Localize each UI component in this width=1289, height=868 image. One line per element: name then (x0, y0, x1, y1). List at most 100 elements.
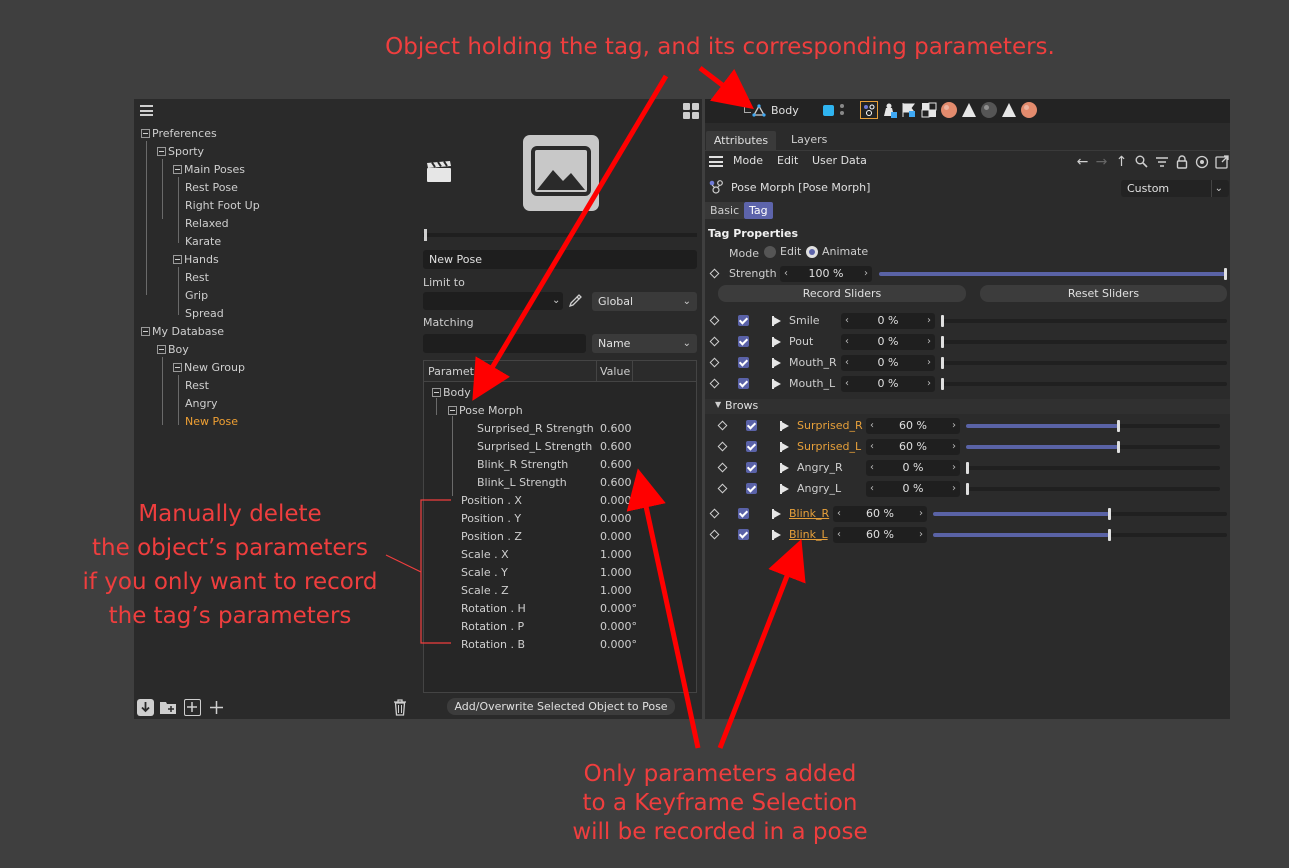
slider-value-field[interactable]: ‹ 0 % › (841, 334, 935, 350)
add-group-icon[interactable] (184, 699, 201, 716)
value-column-header[interactable]: Value (600, 365, 630, 378)
slider-enable-checkbox[interactable] (746, 462, 757, 473)
table-row-value[interactable]: 0.000 (600, 494, 632, 507)
tree-item[interactable]: New Pose (185, 415, 238, 429)
table-row-name[interactable]: Rotation . P (461, 620, 524, 633)
table-row-name[interactable]: Surprised_L Strength (477, 440, 592, 453)
parameter-column-header[interactable]: Parameter (428, 365, 485, 378)
tab-attributes[interactable]: Attributes (706, 131, 776, 150)
reset-sliders-button[interactable]: Reset Sliders (980, 285, 1227, 302)
table-row-value[interactable]: 1.000 (600, 566, 632, 579)
morph-slider[interactable] (966, 420, 1220, 432)
mode-animate-label[interactable]: Animate (822, 245, 868, 258)
tree-item[interactable]: Relaxed (185, 217, 229, 231)
tree-item[interactable]: Rest (185, 271, 209, 285)
slider-enable-checkbox[interactable] (746, 441, 757, 452)
table-row-value[interactable]: 0.600 (600, 440, 632, 453)
tree-item[interactable]: Grip (185, 289, 208, 303)
tree-item[interactable]: Hands (173, 253, 219, 267)
limit-to-field[interactable] (423, 292, 563, 310)
tree-item[interactable]: Boy (157, 343, 189, 357)
table-row-value[interactable]: 1.000 (600, 548, 632, 561)
collapse-toggle-icon[interactable] (173, 363, 182, 372)
collapse-toggle-icon[interactable] (157, 147, 166, 156)
search-icon[interactable] (1134, 154, 1149, 169)
table-row-value[interactable]: 0.600 (600, 476, 632, 489)
table-row-name[interactable]: Scale . X (461, 548, 509, 561)
table-row-name[interactable]: Blink_R Strength (477, 458, 568, 471)
matching-dropdown[interactable]: Name ⌄ (592, 334, 697, 353)
table-row-name[interactable]: Position . Y (461, 512, 521, 525)
skin-material-icon[interactable] (940, 101, 958, 119)
new-window-icon[interactable] (1214, 154, 1229, 169)
slider-value-field[interactable]: ‹ 0 % › (841, 376, 935, 392)
lock-icon[interactable] (1174, 154, 1189, 169)
slider-value-field[interactable]: ‹ 0 % › (866, 460, 960, 476)
visibility-dots-icon[interactable] (840, 104, 844, 116)
table-row-name[interactable]: Position . X (461, 494, 522, 507)
table-row-name[interactable]: Rotation . H (461, 602, 526, 615)
arrow-up-icon[interactable]: ↑ (1114, 154, 1129, 170)
slider-enable-checkbox[interactable] (746, 420, 757, 431)
slider-value-field[interactable]: ‹ 60 % › (866, 418, 960, 434)
morph-slider[interactable] (941, 357, 1227, 369)
table-row-value[interactable]: 0.000° (600, 620, 637, 633)
table-row-value[interactable]: 0.000° (600, 602, 637, 615)
morph-slider[interactable] (941, 315, 1227, 327)
table-row-value[interactable]: 1.000 (600, 584, 632, 597)
morph-slider[interactable] (966, 441, 1220, 453)
slider-enable-checkbox[interactable] (738, 378, 749, 389)
slider-enable-checkbox[interactable] (738, 336, 749, 347)
table-row-value[interactable]: 0.000° (600, 638, 637, 651)
morph-slider[interactable] (933, 508, 1227, 520)
slider-enable-checkbox[interactable] (738, 357, 749, 368)
tree-item[interactable]: Main Poses (173, 163, 245, 177)
tree-item[interactable]: New Group (173, 361, 245, 375)
collapse-toggle-icon[interactable] (157, 345, 166, 354)
pose-name-field[interactable]: New Pose (423, 250, 697, 269)
tab-basic[interactable]: Basic (705, 202, 745, 219)
collapse-toggle-icon[interactable] (173, 255, 182, 264)
tree-item[interactable]: Preferences (141, 127, 217, 141)
load-pose-icon[interactable] (137, 699, 154, 716)
morph-slider[interactable] (941, 378, 1227, 390)
tab-layers[interactable]: Layers (791, 133, 827, 146)
morph-slider[interactable] (966, 462, 1220, 474)
arrow-forward-icon[interactable]: → (1094, 154, 1109, 170)
table-row-name[interactable]: Scale . Z (461, 584, 509, 597)
table-row-value[interactable]: 0.600 (600, 422, 632, 435)
trash-icon[interactable] (393, 699, 407, 716)
record-sliders-button[interactable]: Record Sliders (718, 285, 966, 302)
add-overwrite-pose-button[interactable]: Add/Overwrite Selected Object to Pose (447, 698, 675, 715)
tree-item[interactable]: Rest (185, 379, 209, 393)
morph-slider[interactable] (933, 529, 1227, 541)
collapse-toggle-icon[interactable] (432, 388, 441, 397)
strength-slider[interactable] (879, 268, 1227, 280)
hamburger-menu-icon[interactable] (140, 105, 153, 116)
brows-group-header[interactable]: ▼ Brows (705, 399, 1230, 414)
arrow-back-icon[interactable]: ← (1075, 154, 1090, 170)
add-pose-icon[interactable] (208, 699, 225, 716)
skin-material-icon[interactable] (1020, 101, 1038, 119)
table-row-value[interactable]: 0.000 (600, 512, 632, 525)
table-row-name[interactable]: Rotation . B (461, 638, 525, 651)
tree-item[interactable]: My Database (141, 325, 224, 339)
table-row-name[interactable]: Blink_L Strength (477, 476, 567, 489)
table-row-name[interactable]: Position . Z (461, 530, 522, 543)
morph-slider[interactable] (941, 336, 1227, 348)
matching-field[interactable] (423, 334, 586, 353)
mode-animate-radio[interactable] (806, 246, 818, 258)
slider-value-field[interactable]: ‹ 0 % › (841, 355, 935, 371)
checker-tag-icon[interactable] (920, 101, 938, 119)
collapse-toggle-icon[interactable] (141, 327, 150, 336)
flag-tag-icon[interactable] (900, 101, 918, 119)
triangle-tag-icon[interactable] (1000, 101, 1018, 119)
tree-item[interactable]: Sporty (157, 145, 204, 159)
slider-enable-checkbox[interactable] (738, 508, 749, 519)
tree-item[interactable]: Angry (185, 397, 218, 411)
table-tag-row[interactable]: Pose Morph (448, 404, 523, 417)
table-row-value[interactable]: 0.600 (600, 458, 632, 471)
slider-enable-checkbox[interactable] (746, 483, 757, 494)
tab-tag[interactable]: Tag (744, 202, 773, 219)
grid-view-icon[interactable] (683, 103, 699, 119)
